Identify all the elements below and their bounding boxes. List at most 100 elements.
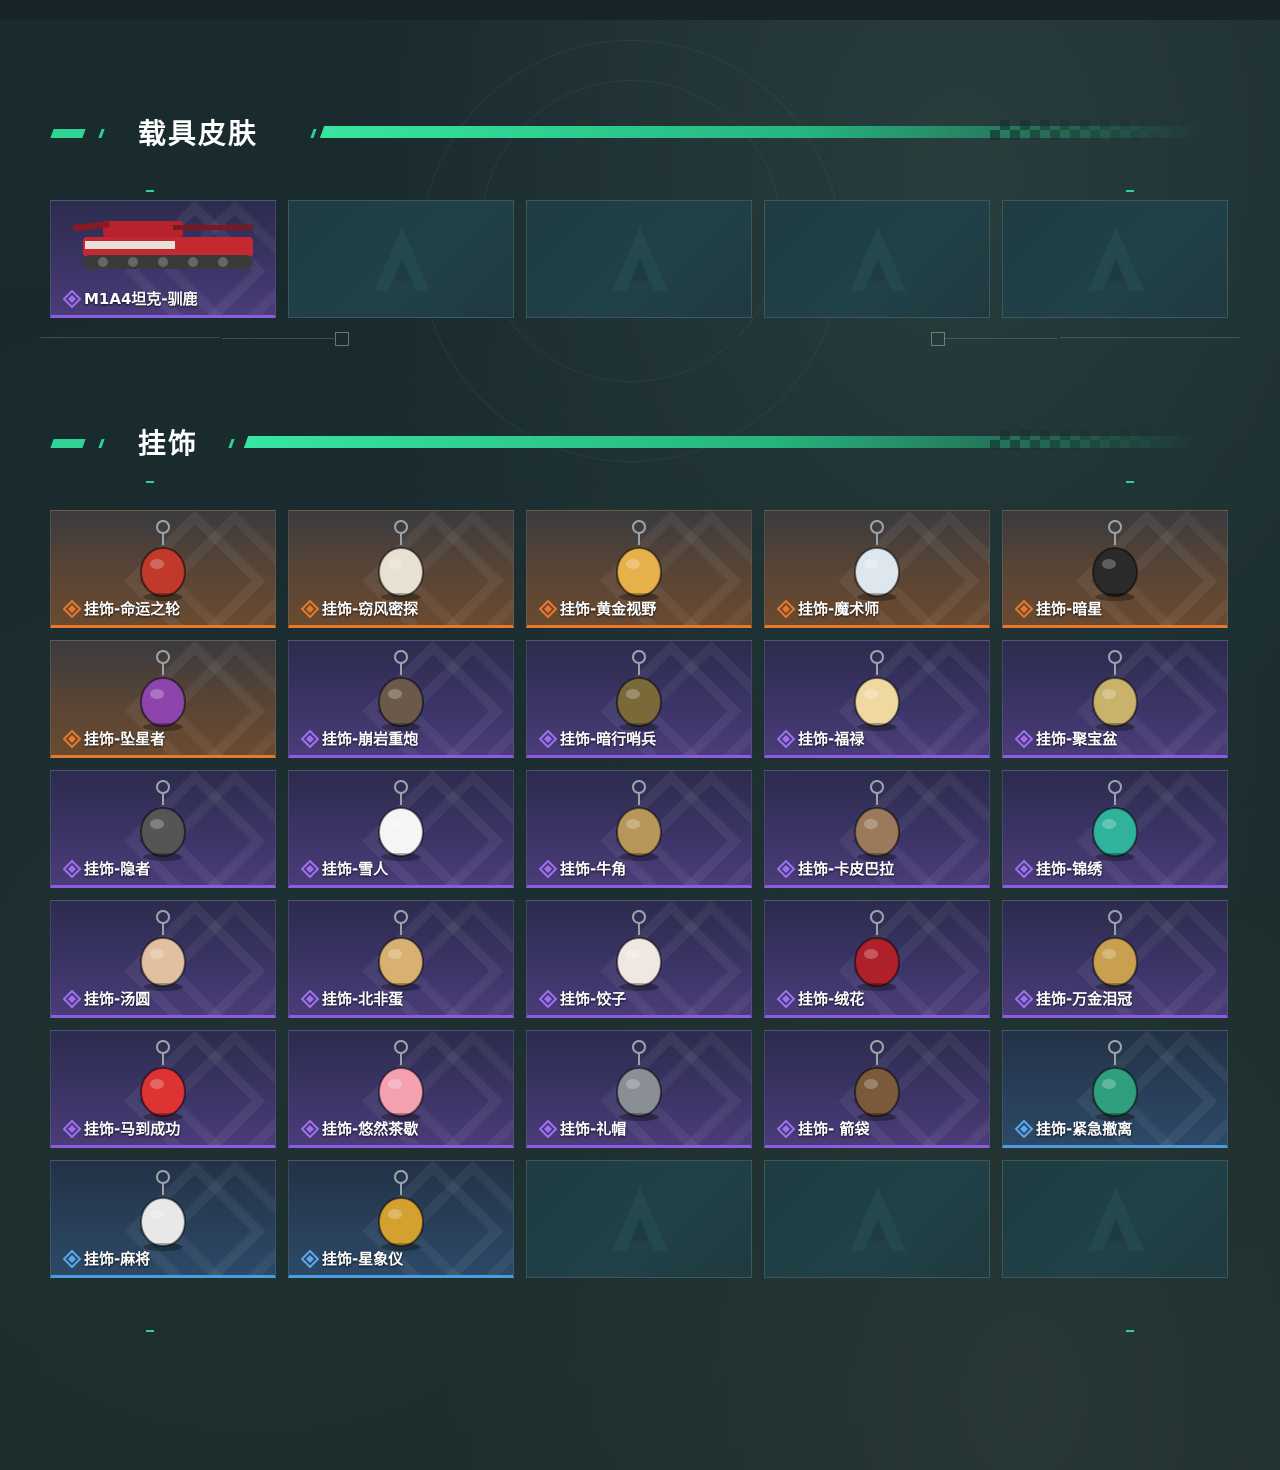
logo-placeholder-icon — [1086, 225, 1146, 295]
item-card[interactable]: 挂饰-福禄 — [764, 640, 990, 758]
item-card[interactable]: 挂饰-北非蛋 — [288, 900, 514, 1018]
item-card[interactable]: M1A4坦克-驯鹿 — [50, 200, 276, 318]
empty-slot — [1002, 200, 1228, 318]
item-card[interactable]: 挂饰-绒花 — [764, 900, 990, 1018]
item-label: M1A4坦克-驯鹿 — [84, 290, 198, 308]
item-card[interactable]: 挂饰-汤圆 — [50, 900, 276, 1018]
corner-tick — [146, 1330, 154, 1332]
purple-diamond-icon — [62, 989, 82, 1009]
item-label: 挂饰-紧急撤离 — [1036, 1120, 1133, 1138]
item-label: 挂饰-绒花 — [798, 990, 865, 1008]
item-image — [361, 647, 441, 741]
section-title: 载具皮肤 — [138, 117, 259, 150]
purple-diamond-icon — [538, 1119, 558, 1139]
item-label: 挂饰-卡皮巴拉 — [798, 860, 895, 878]
item-label: 挂饰-暗星 — [1036, 600, 1103, 618]
item-card[interactable]: 挂饰-窃风密探 — [288, 510, 514, 628]
item-label: 挂饰-福禄 — [798, 730, 865, 748]
item-image — [361, 777, 441, 871]
item-image — [63, 207, 263, 281]
item-card[interactable]: 挂饰-星象仪 — [288, 1160, 514, 1278]
hud-line — [222, 338, 334, 339]
logo-placeholder-icon — [610, 1185, 670, 1255]
item-card[interactable]: 挂饰-崩岩重炮 — [288, 640, 514, 758]
item-image — [599, 907, 679, 1001]
logo-placeholder-icon — [372, 225, 432, 295]
item-image — [1075, 907, 1155, 1001]
item-label: 挂饰-万金泪冠 — [1036, 990, 1133, 1008]
item-image — [1075, 647, 1155, 741]
item-card[interactable]: 挂饰-魔术师 — [764, 510, 990, 628]
header-dash — [310, 129, 317, 138]
item-card[interactable]: 挂饰- 箭袋 — [764, 1030, 990, 1148]
orange-diamond-icon — [538, 599, 558, 619]
orange-diamond-icon — [62, 729, 82, 749]
item-image — [837, 1037, 917, 1131]
empty-slot — [526, 1160, 752, 1278]
item-image — [837, 777, 917, 871]
purple-diamond-icon — [300, 989, 320, 1009]
item-card[interactable]: 挂饰-聚宝盆 — [1002, 640, 1228, 758]
item-image — [123, 777, 203, 871]
item-card[interactable]: 挂饰-雪人 — [288, 770, 514, 888]
purple-diamond-icon — [300, 729, 320, 749]
logo-placeholder-icon — [610, 225, 670, 295]
purple-diamond-icon — [776, 729, 796, 749]
purple-diamond-icon — [1014, 729, 1034, 749]
item-image — [361, 517, 441, 611]
item-label: 挂饰-魔术师 — [798, 600, 880, 618]
purple-diamond-icon — [62, 1119, 82, 1139]
item-label: 挂饰-崩岩重炮 — [322, 730, 419, 748]
item-image — [599, 647, 679, 741]
item-image — [123, 907, 203, 1001]
item-label: 挂饰-锦绣 — [1036, 860, 1103, 878]
item-card[interactable]: 挂饰-悠然茶歇 — [288, 1030, 514, 1148]
item-image — [599, 517, 679, 611]
purple-diamond-icon — [62, 859, 82, 879]
header-dash — [98, 129, 105, 138]
item-card[interactable]: 挂饰-隐者 — [50, 770, 276, 888]
purple-diamond-icon — [62, 289, 82, 309]
item-card[interactable]: 挂饰-礼帽 — [526, 1030, 752, 1148]
item-card[interactable]: 挂饰-万金泪冠 — [1002, 900, 1228, 1018]
item-label: 挂饰-悠然茶歇 — [322, 1120, 419, 1138]
logo-placeholder-icon — [848, 225, 908, 295]
hud-line — [945, 338, 1057, 339]
corner-tick — [146, 190, 154, 192]
item-image — [361, 1037, 441, 1131]
item-image — [837, 517, 917, 611]
item-image — [1075, 777, 1155, 871]
item-label: 挂饰-星象仪 — [322, 1250, 404, 1268]
item-image — [123, 647, 203, 741]
item-image — [837, 907, 917, 1001]
item-image — [123, 517, 203, 611]
purple-diamond-icon — [776, 1119, 796, 1139]
item-label: 挂饰-隐者 — [84, 860, 151, 878]
item-card[interactable]: 挂饰-马到成功 — [50, 1030, 276, 1148]
empty-slot — [764, 1160, 990, 1278]
empty-slot — [526, 200, 752, 318]
item-card[interactable]: 挂饰-紧急撤离 — [1002, 1030, 1228, 1148]
item-card[interactable]: 挂饰-牛角 — [526, 770, 752, 888]
item-card[interactable]: 挂饰-卡皮巴拉 — [764, 770, 990, 888]
item-label: 挂饰- 箭袋 — [798, 1120, 870, 1138]
purple-diamond-icon — [776, 859, 796, 879]
item-card[interactable]: 挂饰-坠星者 — [50, 640, 276, 758]
item-card[interactable]: 挂饰-麻将 — [50, 1160, 276, 1278]
item-image — [1075, 1037, 1155, 1131]
section-header-charms: 挂饰 — [50, 427, 1210, 460]
corner-tick — [1126, 190, 1134, 192]
item-card[interactable]: 挂饰-饺子 — [526, 900, 752, 1018]
item-card[interactable]: 挂饰-命运之轮 — [50, 510, 276, 628]
item-card[interactable]: 挂饰-黄金视野 — [526, 510, 752, 628]
item-label: 挂饰-命运之轮 — [84, 600, 181, 618]
blue-diamond-icon — [300, 1249, 320, 1269]
corner-tick — [146, 481, 154, 483]
header-dash — [50, 439, 86, 448]
hud-square — [335, 332, 349, 346]
item-card[interactable]: 挂饰-锦绣 — [1002, 770, 1228, 888]
item-card[interactable]: 挂饰-暗星 — [1002, 510, 1228, 628]
item-card[interactable]: 挂饰-暗行哨兵 — [526, 640, 752, 758]
hud-line — [1060, 337, 1240, 338]
item-label: 挂饰-坠星者 — [84, 730, 166, 748]
